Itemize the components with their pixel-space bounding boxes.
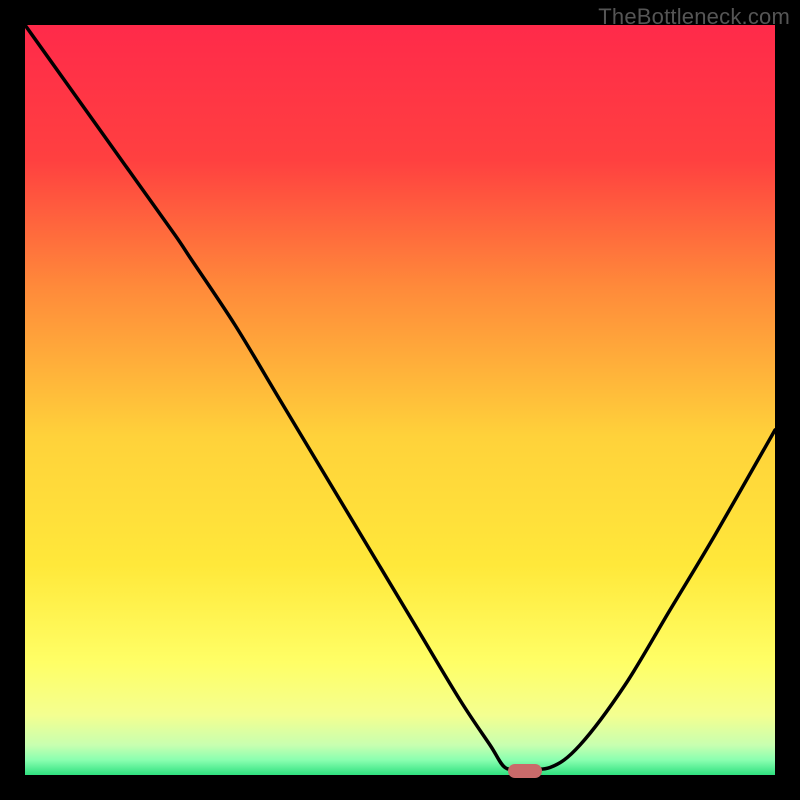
chart-frame: TheBottleneck.com <box>0 0 800 800</box>
plot-area <box>25 25 775 775</box>
bottleneck-marker <box>508 764 542 778</box>
watermark-label: TheBottleneck.com <box>598 4 790 30</box>
bottleneck-curve <box>25 25 775 775</box>
